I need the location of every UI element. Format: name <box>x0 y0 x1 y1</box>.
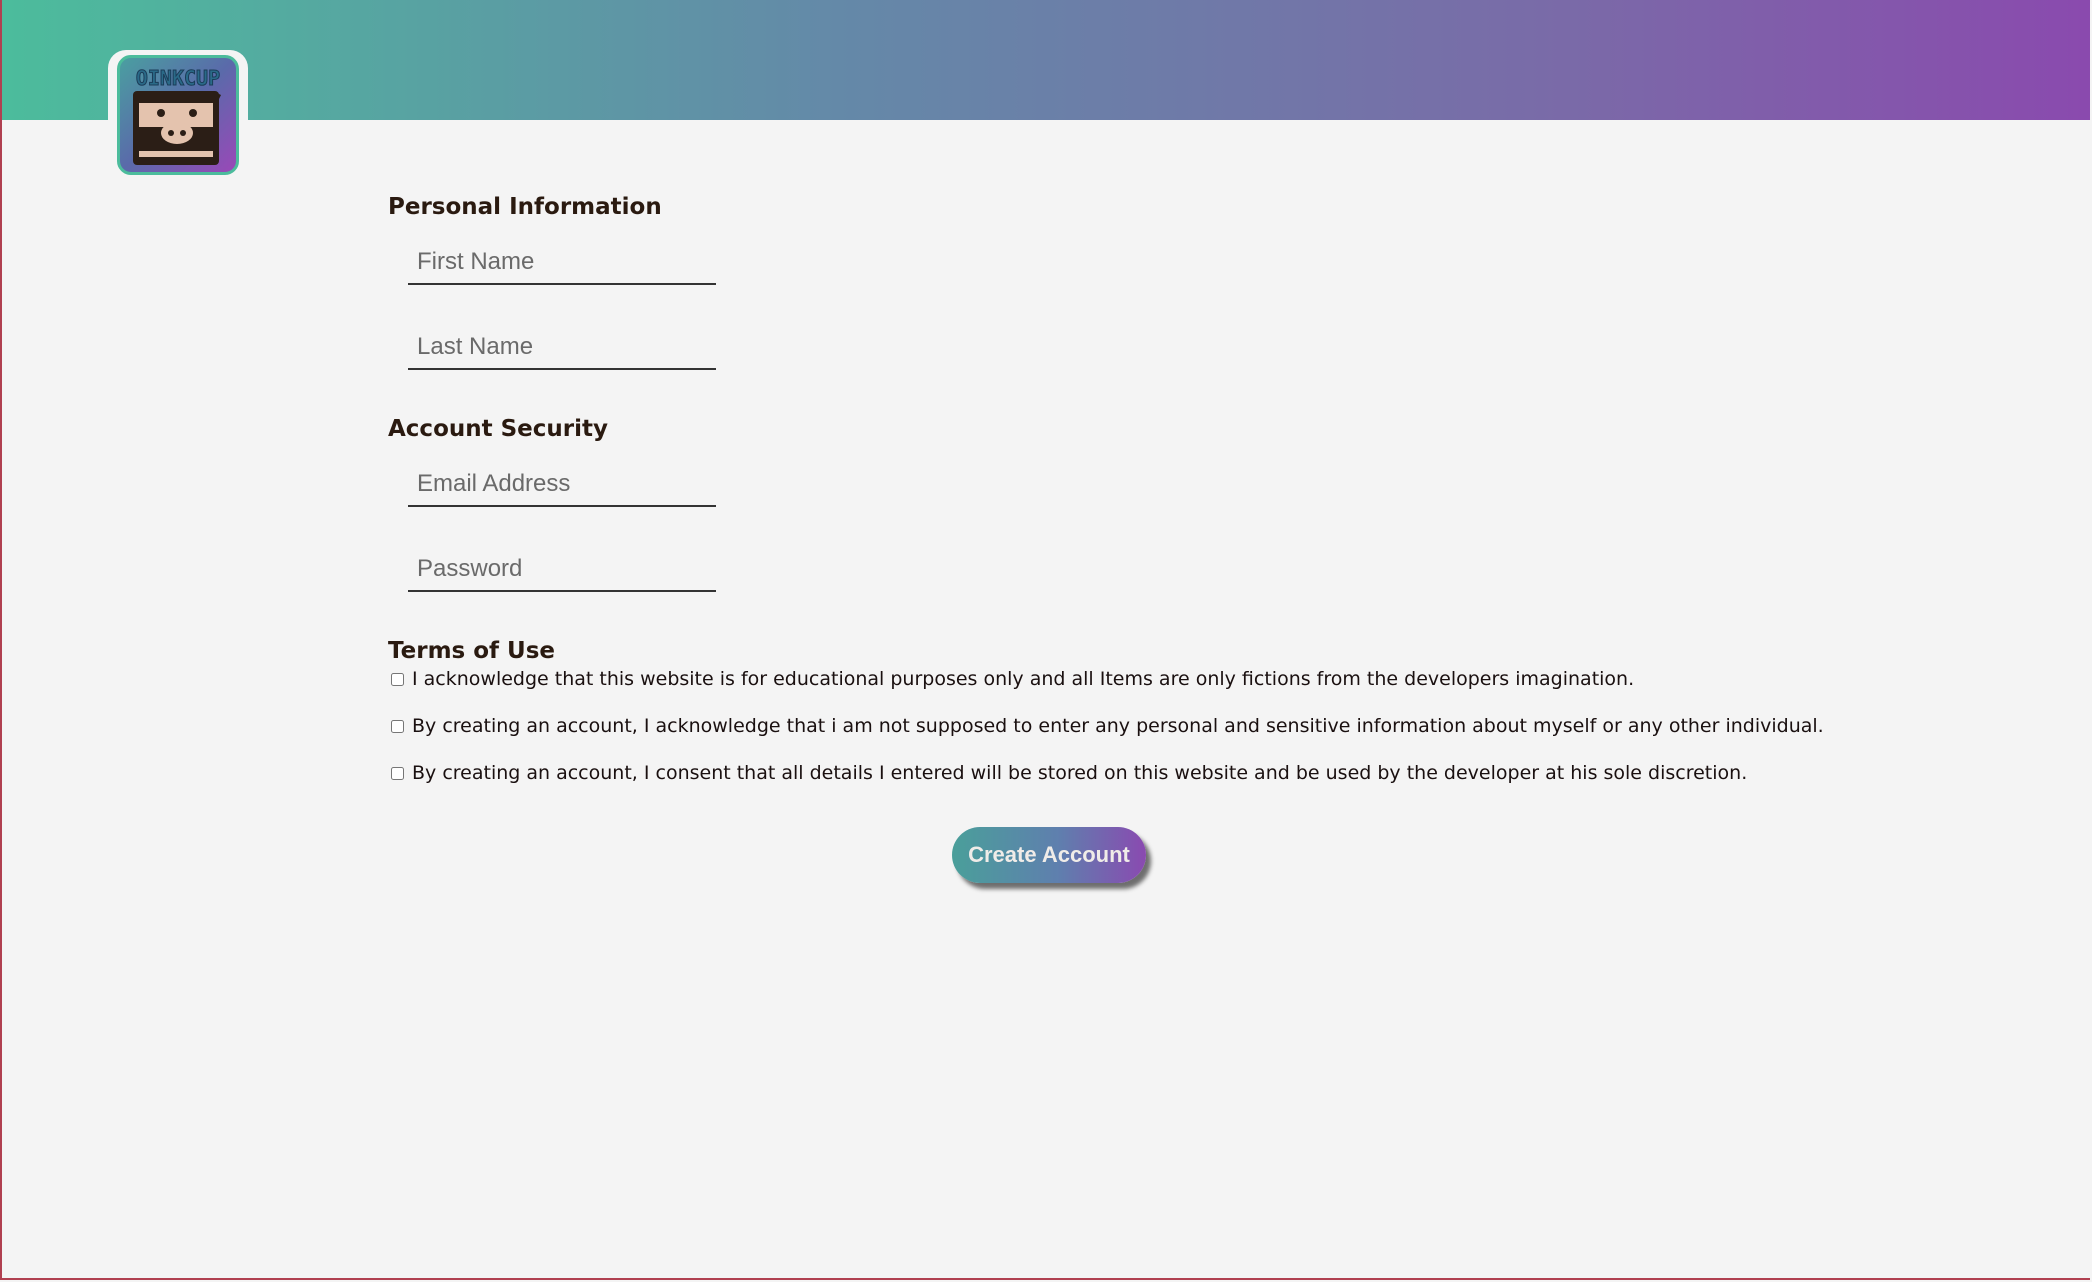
header-banner <box>2 0 2090 120</box>
pig-face-icon <box>133 91 221 165</box>
first-name-field[interactable] <box>408 241 716 285</box>
terms-heading: Terms of Use <box>388 638 556 664</box>
terms-item-no-personal-info[interactable]: By creating an account, I acknowledge th… <box>388 715 1824 737</box>
terms-checkbox-data-consent[interactable] <box>391 766 404 780</box>
account-security-heading: Account Security <box>388 416 609 442</box>
personal-info-heading: Personal Information <box>388 194 662 220</box>
terms-label-data-consent: By creating an account, I consent that a… <box>412 762 1748 784</box>
signup-page: OINKCUP Personal Information Account Sec… <box>0 0 2090 1280</box>
terms-checkbox-no-personal-info[interactable] <box>391 719 404 733</box>
email-field[interactable] <box>408 463 716 507</box>
terms-label-educational: I acknowledge that this website is for e… <box>412 668 1635 690</box>
terms-item-data-consent[interactable]: By creating an account, I consent that a… <box>388 762 1747 784</box>
logo-frame: OINKCUP <box>108 50 248 180</box>
oinkcup-logo[interactable]: OINKCUP <box>117 55 239 175</box>
terms-item-educational[interactable]: I acknowledge that this website is for e… <box>388 668 1634 690</box>
terms-label-no-personal-info: By creating an account, I acknowledge th… <box>412 715 1824 737</box>
last-name-field[interactable] <box>408 326 716 370</box>
create-account-button[interactable]: Create Account <box>952 827 1146 883</box>
terms-checkbox-educational[interactable] <box>391 672 404 686</box>
password-field[interactable] <box>408 548 716 592</box>
